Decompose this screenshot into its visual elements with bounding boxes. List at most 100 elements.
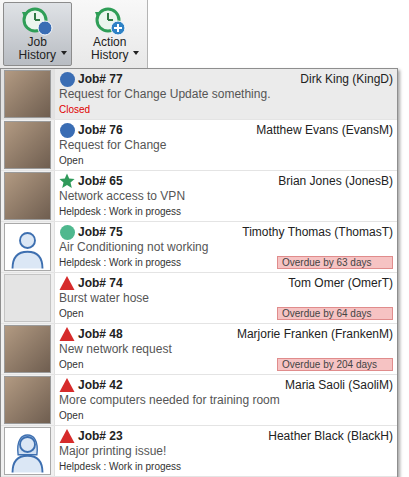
avatar-cell — [1, 222, 55, 272]
job-history-button[interactable]: Job History — [3, 2, 72, 66]
avatar-photo — [4, 376, 51, 424]
job-summary: Burst water hose — [59, 291, 393, 306]
job-history-list: Job# 77Dirk King (KingD)Request for Chan… — [0, 68, 398, 477]
requester-name: Brian Jones (JonesB) — [270, 174, 393, 189]
job-row[interactable]: Job# 48 Marjorie Franken (FrankenM)New ne… — [1, 324, 397, 375]
job-header: Job# 76 Matthew Evans (EvansM) — [59, 122, 393, 138]
action-history-icon — [94, 6, 126, 36]
job-status: Closed — [59, 103, 90, 116]
male-silhouette-icon — [4, 223, 51, 271]
job-details: Job# 42 Maria Saoli (SaoliM)More computer… — [55, 375, 397, 425]
job-row[interactable]: Job# 74Tom Omer (OmerT)Burst water hoseO… — [1, 273, 397, 324]
requester-name: Matthew Evans (EvansM) — [248, 123, 393, 138]
job-row[interactable]: Job# 42 Maria Saoli (SaoliM)More computer… — [1, 375, 397, 426]
job-footer: Helpdesk : Work in progess — [59, 459, 393, 473]
job-header: Job# 23 Heather Black (BlackH) — [59, 428, 393, 444]
avatar-cell — [1, 69, 55, 119]
job-status: Open — [59, 307, 83, 320]
job-details: Job# 65 Brian Jones (JonesB)Network acces… — [55, 171, 397, 221]
job-row[interactable]: Job# 77 Dirk King (KingD)Request for Chan… — [1, 69, 397, 120]
female-silhouette-icon — [4, 427, 51, 475]
job-status: Helpdesk : Work in progess — [59, 460, 181, 473]
job-header: Job# 77 Dirk King (KingD) — [59, 71, 393, 87]
circle-priority-icon — [59, 122, 75, 138]
overdue-badge: Overdue by 204 days — [277, 358, 393, 371]
overdue-badge: Overdue by 64 days — [277, 307, 393, 320]
triangle-icon — [59, 326, 75, 342]
dropdown-arrow-icon[interactable] — [61, 51, 67, 55]
job-row[interactable]: Job# 76 Matthew Evans (EvansM)Request for… — [1, 120, 397, 171]
circle-priority-icon — [59, 71, 75, 87]
job-summary: Request for Change Update something. — [59, 87, 393, 102]
job-row[interactable]: Job# 23 Heather Black (BlackH)Major print… — [1, 426, 397, 477]
priority-dot — [60, 72, 75, 87]
button-label: Action History — [85, 36, 135, 62]
job-summary: Air Conditioning not working — [59, 240, 393, 255]
triangle-icon — [59, 428, 75, 444]
job-number: Job# 23 — [78, 429, 123, 444]
job-header: Job# 74Tom Omer (OmerT) — [59, 275, 393, 291]
job-details: Job# 75 Timothy Thomas (ThomasT)Air Condi… — [55, 222, 397, 272]
job-number: Job# 75 — [78, 225, 123, 240]
priority-dot — [60, 225, 75, 240]
job-summary: Network access to VPN — [59, 189, 393, 204]
requester-name: Marjorie Franken (FrankenM) — [229, 327, 393, 342]
job-status: Helpdesk : Work in progess — [59, 205, 181, 218]
job-footer: Helpdesk : Work in progess — [59, 204, 393, 218]
job-status: Open — [59, 358, 83, 371]
avatar-cell — [1, 426, 55, 476]
job-footer: Closed — [59, 102, 393, 116]
overdue-badge: Overdue by 63 days — [277, 256, 393, 269]
job-number: Job# 74 — [78, 276, 123, 291]
star-priority-icon — [59, 173, 75, 189]
job-footer: Open Overdue by 204 days — [59, 357, 393, 371]
job-row[interactable]: Job# 75 Timothy Thomas (ThomasT)Air Condi… — [1, 222, 397, 273]
job-details: Job# 74Tom Omer (OmerT)Burst water hoseO… — [55, 273, 397, 323]
job-header: Job# 75 Timothy Thomas (ThomasT) — [59, 224, 393, 240]
job-footer: Open — [59, 153, 393, 167]
requester-name: Timothy Thomas (ThomasT) — [234, 225, 393, 240]
avatar-photo — [4, 70, 51, 118]
triangle-priority-icon — [59, 326, 75, 342]
toolbar: Job History Action History — [0, 0, 409, 68]
job-number: Job# 48 — [78, 327, 123, 342]
triangle-priority-icon — [59, 377, 75, 393]
job-summary: More computers needed for training room — [59, 393, 393, 408]
job-details: Job# 77 Dirk King (KingD)Request for Chan… — [55, 69, 397, 119]
triangle-icon — [59, 275, 75, 291]
job-details: Job# 48 Marjorie Franken (FrankenM)New ne… — [55, 324, 397, 374]
toolbar-group: Job History Action History — [0, 0, 148, 68]
avatar-photo — [4, 325, 51, 373]
avatar-photo — [4, 121, 51, 169]
job-number: Job# 65 — [78, 174, 123, 189]
avatar-cell — [1, 324, 55, 374]
job-summary: Request for Change — [59, 138, 393, 153]
job-details: Job# 76 Matthew Evans (EvansM)Request for… — [55, 120, 397, 170]
requester-name: Heather Black (BlackH) — [260, 429, 393, 444]
avatar-cell — [1, 273, 55, 323]
dropdown-arrow-icon[interactable] — [133, 51, 139, 55]
job-summary: Major printing issue! — [59, 444, 393, 459]
avatar-empty — [4, 274, 51, 322]
requester-name: Dirk King (KingD) — [292, 72, 393, 87]
job-number: Job# 42 — [78, 378, 123, 393]
job-header: Job# 65 Brian Jones (JonesB) — [59, 173, 393, 189]
job-status: Helpdesk : Work in progess — [59, 256, 181, 269]
star-icon — [59, 173, 75, 189]
job-header: Job# 48 Marjorie Franken (FrankenM) — [59, 326, 393, 342]
avatar-cell — [1, 120, 55, 170]
job-number: Job# 77 — [78, 72, 123, 87]
job-details: Job# 23 Heather Black (BlackH)Major print… — [55, 426, 397, 476]
job-number: Job# 76 — [78, 123, 123, 138]
job-row[interactable]: Job# 65 Brian Jones (JonesB)Network acces… — [1, 171, 397, 222]
triangle-icon — [59, 377, 75, 393]
job-status: Open — [59, 154, 83, 167]
action-history-button[interactable]: Action History — [76, 2, 145, 66]
job-status: Open — [59, 409, 83, 422]
requester-name: Maria Saoli (SaoliM) — [277, 378, 393, 393]
avatar-cell — [1, 171, 55, 221]
avatar-cell — [1, 375, 55, 425]
avatar-photo — [4, 172, 51, 220]
job-footer: Helpdesk : Work in progess Overdue by 63 … — [59, 255, 393, 269]
job-summary: New network request — [59, 342, 393, 357]
